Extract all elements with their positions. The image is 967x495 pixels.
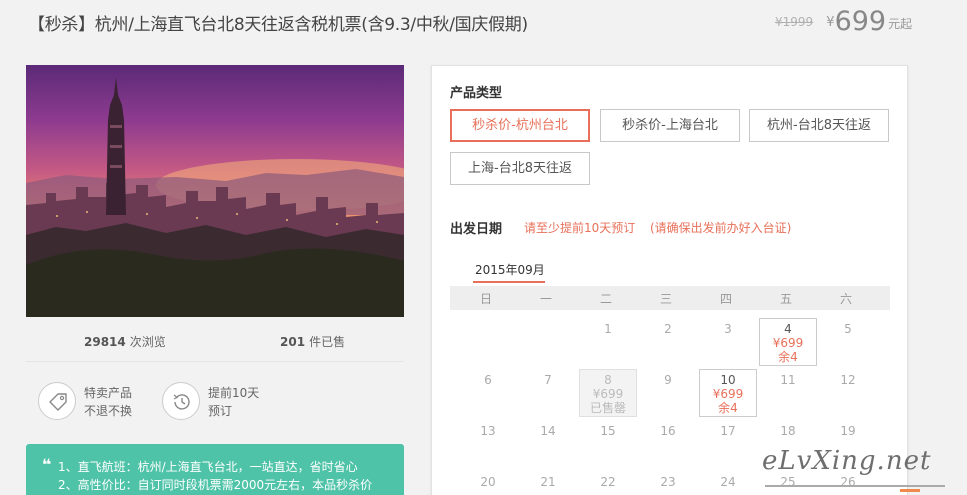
option-shanghai-taipei-flash[interactable]: 秒杀价-上海台北: [600, 109, 740, 142]
highlight-box: ❝ 1、直飞航班：杭州/上海直飞台北，一站直达，省时省心 2、高性价比：自订同时…: [26, 444, 404, 495]
stats-bar: 29814 次浏览 201 件已售: [26, 324, 404, 362]
option-hangzhou-taipei-8day[interactable]: 杭州-台北8天往返: [749, 109, 889, 142]
calendar-day: 15: [600, 424, 616, 438]
view-count-label: 次浏览: [129, 335, 166, 349]
taipei-skyline-image: [26, 77, 404, 317]
day-number: 10: [720, 373, 736, 387]
calendar-day: 3: [724, 322, 732, 336]
month-tab-underline: [473, 281, 545, 283]
weekday-tue: 二: [599, 292, 612, 306]
calendar-day: 20: [480, 475, 496, 489]
option-shanghai-taipei-8day[interactable]: 上海-台北8天往返: [450, 152, 590, 185]
day-price: ¥699: [772, 336, 804, 350]
calendar-day-available[interactable]: 10 ¥699 余4: [699, 369, 757, 417]
day-number: 8: [604, 373, 612, 387]
view-count-number: 29814: [84, 335, 126, 349]
highlight-line: 1、直飞航班：杭州/上海直飞台北，一站直达，省时省心: [58, 460, 358, 474]
watermark-underline: [765, 485, 945, 487]
weekday-fri: 五: [779, 292, 792, 306]
entry-permit-note: (请确保出发前办好入台证): [650, 221, 792, 235]
feature-line2: 不退不换: [84, 404, 133, 418]
currency-symbol: ¥: [826, 15, 835, 30]
calendar-day: 5: [844, 322, 852, 336]
calendar-day: 19: [840, 424, 856, 438]
feature-line2: 预订: [208, 404, 233, 418]
calendar-day: 21: [540, 475, 556, 489]
calendar-day: 12: [840, 373, 856, 387]
day-stock: 余4: [778, 350, 798, 364]
price-unit: 元起: [888, 17, 913, 31]
price-block: ¥1999 ¥699 元起: [775, 6, 912, 37]
tag-icon: [38, 382, 76, 420]
weekday-sat: 六: [839, 292, 852, 306]
sold-count-number: 201: [280, 335, 306, 349]
day-price: ¥699: [592, 387, 624, 401]
product-type-title: 产品类型: [450, 86, 503, 101]
quote-icon: ❝: [42, 455, 52, 474]
calendar-day: 1: [604, 322, 612, 336]
calendar-day: 14: [540, 424, 556, 438]
day-number: 4: [784, 322, 792, 336]
product-title: 【秒杀】杭州/上海直飞台北8天往返含税机票(含9.3/中秋/国庆假期): [28, 15, 528, 35]
watermark-accent: [900, 489, 920, 492]
calendar-day: 23: [660, 475, 676, 489]
current-price: 699: [834, 6, 887, 37]
calendar-day: 24: [720, 475, 736, 489]
calendar-day: 11: [780, 373, 796, 387]
weekday-wed: 三: [659, 292, 672, 306]
weekday-sun: 日: [479, 292, 492, 306]
sold-count: 201 件已售: [280, 333, 345, 350]
calendar-day: 6: [484, 373, 492, 387]
feature-line1: 特卖产品: [84, 386, 133, 400]
feature-line1: 提前10天: [208, 386, 260, 400]
booking-panel: 产品类型 秒杀价-杭州台北 秒杀价-上海台北 杭州-台北8天往返 上海-台北8天…: [431, 65, 908, 495]
sold-count-label: 件已售: [309, 335, 346, 349]
calendar-day: 9: [664, 373, 672, 387]
highlight-line: 2、高性价比：自订同时段机票需2000元左右，本品秒杀价: [58, 478, 373, 492]
calendar-day-available[interactable]: 4 ¥699 余4: [759, 318, 817, 366]
feature-list: 特卖产品 不退不换 提前10天 预订: [26, 372, 404, 432]
calendar-weekday-header: 日 一 二 三 四 五 六: [450, 286, 890, 310]
weekday-mon: 一: [539, 292, 552, 306]
calendar-day: 2: [664, 322, 672, 336]
history-clock-icon: [162, 382, 200, 420]
feature-text: 特卖产品 不退不换: [84, 384, 132, 420]
original-price: ¥1999: [775, 15, 814, 29]
calendar-day-sold-out: 8 ¥699 已售罄: [579, 369, 637, 417]
advance-booking-note: 请至少提前10天预订: [524, 221, 636, 235]
calendar-day: 18: [780, 424, 796, 438]
day-stock: 已售罄: [589, 401, 626, 415]
site-watermark: eLvXing.net: [762, 446, 932, 476]
calendar-day: 17: [720, 424, 736, 438]
feature-text: 提前10天 预订: [208, 384, 259, 420]
calendar-day: 13: [480, 424, 496, 438]
product-photo[interactable]: [26, 65, 404, 317]
day-stock: 余4: [718, 401, 738, 415]
title-bar: 【秒杀】杭州/上海直飞台北8天往返含税机票(含9.3/中秋/国庆假期) ¥199…: [0, 0, 967, 46]
month-tab[interactable]: 2015年09月: [475, 261, 545, 278]
departure-date-title: 出发日期: [450, 222, 503, 237]
option-hangzhou-taipei-flash[interactable]: 秒杀价-杭州台北: [450, 109, 590, 142]
calendar-day: 22: [600, 475, 616, 489]
day-price: ¥699: [712, 387, 744, 401]
view-count: 29814 次浏览: [84, 333, 166, 350]
calendar-day: 16: [660, 424, 676, 438]
weekday-thu: 四: [719, 292, 732, 306]
calendar-day: 7: [544, 373, 552, 387]
